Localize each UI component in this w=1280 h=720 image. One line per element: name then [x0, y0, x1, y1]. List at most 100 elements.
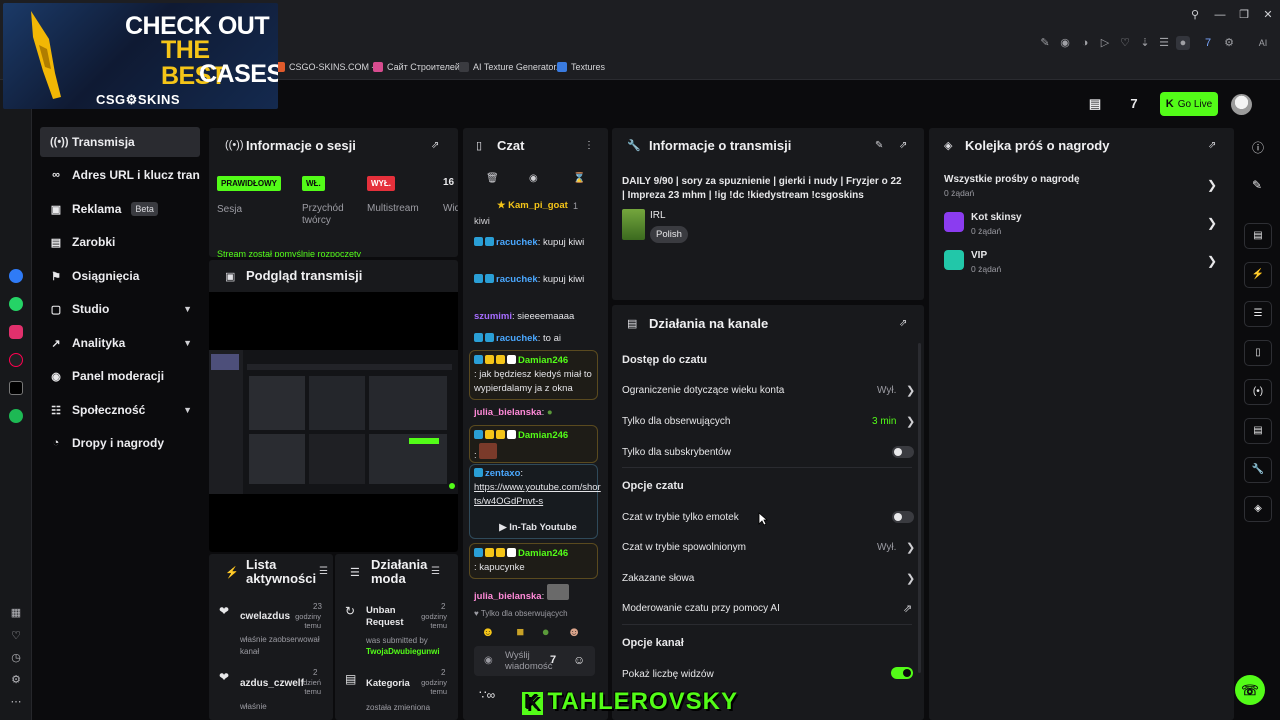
instagram-icon[interactable] [9, 325, 23, 339]
spotify-icon[interactable] [9, 409, 23, 423]
info-icon[interactable]: ⓘ [1252, 139, 1264, 156]
kick-seven-icon[interactable]: 7 [550, 654, 556, 666]
bookmark-textures[interactable]: Textures [557, 62, 605, 72]
apps-icon[interactable]: ▦ [9, 606, 23, 620]
bookmark-builders[interactable]: Сайт Строителей [373, 62, 460, 72]
layout-icon[interactable]: ▤ [1087, 96, 1103, 112]
emote-sunglasses-icon[interactable]: ☻ [481, 624, 495, 639]
chat-username[interactable]: zentaxo [485, 468, 520, 479]
chat-username[interactable]: Damian246 [518, 548, 568, 559]
widget-broadcast-button[interactable]: (•) [1244, 379, 1272, 405]
emote-only-toggle[interactable] [892, 511, 914, 523]
close-window-icon[interactable]: ✕ [1261, 8, 1275, 22]
trash-icon[interactable]: 🗑 [486, 173, 499, 184]
go-live-button[interactable]: K Go Live [1160, 92, 1218, 116]
nav-item-osiagniecia[interactable]: ⚑ Osiągnięcia [40, 261, 200, 291]
row-account-age[interactable]: Ograniczenie dotyczące wieku konta Wył. [612, 380, 918, 402]
all-rewards-row[interactable]: Wszystkie prośby o nagrodę 0 żądań ❯ [929, 170, 1229, 202]
subscribers-only-toggle[interactable] [892, 446, 914, 458]
mic-icon[interactable]: ◉ [484, 655, 493, 666]
emoji-icon[interactable]: ☺ [573, 653, 585, 667]
camera-icon[interactable]: ◉ [1058, 36, 1072, 50]
widget-modlog-button[interactable]: ☰ [1244, 301, 1272, 327]
scrollbar[interactable] [918, 343, 921, 673]
emote-frog-icon[interactable]: ■ [516, 624, 524, 639]
emote-turtle-icon[interactable]: ● [542, 624, 550, 639]
history-icon[interactable]: ◷ [9, 651, 23, 665]
avatar[interactable] [1231, 94, 1252, 115]
nav-item-analityka[interactable]: ↗ Analityka ▼ [40, 328, 200, 358]
nav-item-moderation[interactable]: ◉ Panel moderacji [40, 361, 200, 391]
chat-username[interactable]: racuchek [496, 333, 538, 344]
widget-activity-button[interactable]: ⚡ [1244, 262, 1272, 288]
kick-extension-icon[interactable]: 7 [1201, 36, 1215, 50]
nav-item-zarobki[interactable]: ▤ Zarobki [40, 227, 200, 257]
bookmark-csgoskins[interactable]: CSGO-SKINS.COM -... [275, 62, 382, 72]
edit-layout-icon[interactable]: ✎ [1252, 178, 1262, 192]
kebab-menu-icon[interactable]: ⋮ [584, 140, 594, 151]
chat-link[interactable]: https://www.youtube.com/shorts/w4OGdPnvt… [474, 482, 601, 507]
widget-streaminfo-button[interactable]: 🔧 [1244, 457, 1272, 483]
chat-username[interactable]: szumimi [474, 311, 512, 322]
filter-icon[interactable]: ☰ [319, 566, 328, 577]
minimize-icon[interactable]: — [1213, 8, 1227, 22]
nav-item-stream-key[interactable]: ∞ Adres URL i klucz transmisji [40, 160, 200, 190]
chat-username[interactable]: racuchek [496, 274, 538, 285]
tiktok-icon[interactable] [9, 353, 23, 367]
nav-item-community[interactable]: ☷ Społeczność ▼ [40, 395, 200, 425]
reward-item[interactable]: VIP 0 żądań ❯ [929, 246, 1229, 278]
chat-username[interactable]: julia_bielanska [474, 591, 542, 602]
nav-item-reklama[interactable]: ▣ Reklama Beta [40, 194, 200, 224]
download-icon[interactable]: ⇣ [1138, 36, 1152, 50]
messenger-icon[interactable] [9, 269, 23, 283]
row-show-viewers[interactable]: Pokaż liczbę widzów [612, 664, 918, 686]
widget-actions-button[interactable]: ▤ [1244, 418, 1272, 444]
play-icon[interactable]: ▷ [1098, 36, 1112, 50]
restore-icon[interactable]: ❐ [1237, 8, 1251, 22]
chat-username[interactable]: racuchek [496, 237, 538, 248]
row-ai-moderation[interactable]: Moderowanie czatu przy pomocy AI [612, 598, 918, 620]
mod-action-user[interactable]: TwojaDwubiegunwi [366, 647, 440, 656]
chat-input[interactable]: ◉ Wyślij wiadomość 7 ☺ [474, 646, 595, 676]
favorites-icon[interactable]: ♡ [9, 629, 23, 643]
widget-rewards-button[interactable]: ◈ [1244, 496, 1272, 522]
reward-item[interactable]: Kot skinsy 0 żądań ❯ [929, 208, 1229, 240]
popout-icon[interactable]: ⇗ [431, 140, 439, 151]
x-icon[interactable] [9, 381, 23, 395]
settings-icon[interactable]: ⚙ [9, 673, 23, 687]
pinned-user[interactable]: ★ Kam_pi_goat [497, 200, 568, 211]
row-followers-only[interactable]: Tylko dla obserwujących 3 min [612, 411, 918, 433]
heart-icon[interactable]: ♡ [1118, 36, 1132, 50]
show-viewers-toggle[interactable] [891, 667, 913, 679]
chat-bubble-icon[interactable]: ◉ [529, 173, 538, 184]
kick-seven-icon[interactable]: 7 [1126, 96, 1142, 112]
row-banned-words[interactable]: Zakazane słowa [612, 568, 918, 590]
popout-icon[interactable]: ⇗ [1208, 140, 1216, 151]
row-slow-mode[interactable]: Czat w trybie spowolnionym Wył. [612, 537, 918, 559]
chat-username[interactable]: Damian246 [518, 355, 568, 366]
category-name[interactable]: IRL [650, 210, 666, 221]
hourglass-icon[interactable]: ⌛ [573, 173, 585, 184]
bookmark-ai-texture[interactable]: AI Texture Generator... [459, 62, 563, 72]
whatsapp-icon[interactable] [9, 297, 23, 311]
nav-item-transmisja[interactable]: ((•)) Transmisja [40, 127, 200, 157]
popout-icon[interactable]: ⇗ [899, 318, 907, 329]
widget-chat-button[interactable]: ▯ [1244, 340, 1272, 366]
nav-item-studio[interactable]: ▢ Studio ▼ [40, 294, 200, 324]
ai-button[interactable]: AI [1252, 36, 1274, 50]
youtube-embed-button[interactable]: ▶ In-Tab Youtube [474, 521, 602, 535]
extension-icon[interactable]: ⚙ [1222, 36, 1236, 50]
edit-icon[interactable]: ✎ [875, 140, 883, 151]
profile-icon[interactable]: ● [1176, 36, 1190, 50]
shield-icon[interactable]: ◑ [1078, 36, 1092, 50]
more-icon[interactable]: ⋯ [9, 695, 23, 709]
chat-username[interactable]: Damian246 [518, 430, 568, 441]
chat-username[interactable]: julia_bielanska [474, 407, 542, 418]
filter-icon[interactable]: ☰ [431, 566, 440, 577]
support-headset-button[interactable]: ☏ [1235, 675, 1265, 705]
menu-icon[interactable]: ☰ [1157, 36, 1171, 50]
browser-search-icon[interactable]: ⚲ [1188, 8, 1202, 22]
popout-icon[interactable]: ⇗ [899, 140, 907, 151]
edit-icon[interactable]: ✎ [1038, 36, 1052, 50]
chat-settings-icon[interactable]: ∵∞ [479, 688, 495, 702]
